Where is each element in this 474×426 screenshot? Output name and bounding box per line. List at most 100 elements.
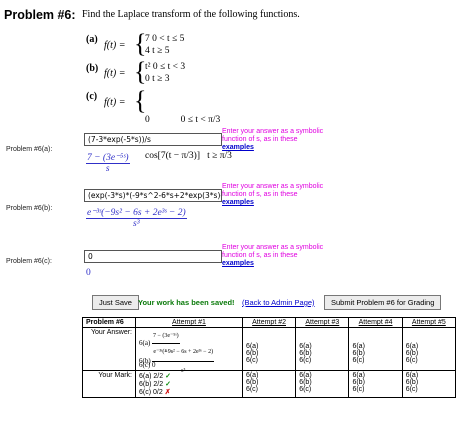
attempt-1-c-label: 6(c) (139, 361, 151, 369)
part-a-case1: 7 0 < t ≤ 5 (145, 34, 185, 44)
attempt-5-a: 6(a) (405, 343, 419, 350)
mark-b-check-icon: ✓ (165, 381, 171, 388)
your-answer-row: Your Answer: 6(a) 7 − (3e⁻⁵ˢ) s 6(b) e⁻³ˢ… (82, 327, 457, 374)
attempt-2-link[interactable]: Attempt #2 (252, 319, 286, 326)
answer-a-input[interactable]: (7-3*exp(-5*s))/s (84, 133, 222, 146)
problem-prompt: Find the Laplace transform of the follow… (82, 9, 300, 20)
answer-c-hint: Enter your answer as a symbolic function… (222, 244, 323, 268)
attempt-4-b: 6(b) (352, 350, 365, 357)
attempt-2-a: 6(a) (245, 343, 259, 350)
your-mark-row: Your Mark: 6(a) 2/2 ✓ 6(b) 2/2 ✓ 6(c) 0/… (82, 370, 457, 398)
part-b-label: (b) (86, 63, 99, 74)
part-a-case2: 4 t ≥ 5 (145, 46, 170, 56)
attempt-4-answers: 6(a) 6(b) 6(c) (348, 327, 403, 371)
attempt-5-c: 6(c) (405, 357, 418, 364)
part-c-case1: 0 0 ≤ t < π/3 (145, 115, 221, 125)
attempt-3-b: 6(b) (299, 350, 312, 357)
mark-b-text: 6(b) 2/2 (139, 381, 164, 388)
attempt-5-b: 6(b) (405, 350, 419, 357)
answer-b-preview-num: e⁻³ˢ(−9s² − 6s + 2e³ˢ − 2) (86, 208, 187, 219)
attempts-header-4: Attempt #4 (348, 317, 403, 328)
attempt-5-mark-b: 6(b) (405, 379, 419, 386)
attempt-2-answers: 6(a) 6(b) 6(c) (241, 327, 297, 371)
answer-a-hint: Enter your answer as a symbolic function… (222, 128, 323, 152)
attempt-1-answers: 6(a) 7 − (3e⁻⁵ˢ) s 6(b) e⁻³ˢ(−9s² − 6s + … (135, 327, 243, 374)
attempt-1-c-value: 0 (152, 361, 156, 369)
attempt-4-mark-c: 6(c) (352, 386, 365, 393)
part-a-lhs: f(t) = (104, 40, 126, 51)
answer-b-hint: Enter your answer as a symbolic function… (222, 183, 323, 207)
part-b-cases: t² 0 ≤ t < 3 0 t ≥ 3 (145, 61, 185, 85)
attempts-header-2: Attempt #2 (241, 317, 297, 328)
attempt-3-mark-b: 6(b) (299, 379, 312, 386)
attempt-3-link[interactable]: Attempt #3 (305, 319, 339, 326)
attempt-1-a-num: 7 − (3e⁻⁵ˢ) (152, 329, 180, 344)
hint-line1: Enter your answer as a symbolic (222, 128, 324, 135)
attempts-header-1: Attempt #1 (135, 317, 243, 328)
your-mark-label: Your Mark: (82, 370, 136, 398)
attempt-2-mark-c: 6(c) (245, 386, 259, 393)
examples-link[interactable]: examples (222, 260, 254, 267)
answer-b-preview: e⁻³ˢ(−9s² − 6s + 2e³ˢ − 2) s³ (86, 207, 187, 229)
hint-line2: function of s, as in these (222, 191, 298, 198)
part-c-case2: cos[7(t − π/3)] t ≥ π/3 (145, 151, 232, 161)
attempt-4-mark-a: 6(a) (352, 372, 365, 379)
answer-b-preview-den: s³ (133, 219, 140, 229)
attempt-3-mark-a: 6(a) (299, 372, 312, 379)
problem-title: Problem #6: (4, 8, 76, 22)
part-c-cases: 0 0 ≤ t < π/3 cos[7(t − π/3)] t ≥ π/3 (145, 90, 232, 174)
answer-b-input[interactable]: (exp(-3*s)*(-9*s^2-6*s+2*exp(3*s)- (84, 189, 222, 202)
answer-a-preview-den: s (105, 164, 110, 174)
hint-line1: Enter your answer as a symbolic (222, 183, 324, 190)
answer-a-label: Problem #6(a): (6, 146, 53, 153)
attempt-2-c: 6(c) (245, 357, 259, 364)
part-a-label: (a) (86, 34, 98, 45)
attempt-4-marks: 6(a) 6(b) 6(c) (348, 370, 403, 398)
examples-link[interactable]: examples (222, 144, 254, 151)
attempt-3-c: 6(c) (299, 357, 312, 364)
hint-line2: function of s, as in these (222, 252, 298, 259)
attempts-header-5: Attempt #5 (401, 317, 457, 328)
your-answer-label: Your Answer: (82, 327, 136, 371)
attempt-3-marks: 6(a) 6(b) 6(c) (295, 370, 350, 398)
attempt-3-mark-c: 6(c) (299, 386, 312, 393)
mark-c-cross-icon: ✗ (164, 389, 171, 396)
submit-button[interactable]: Submit Problem #6 for Grading (324, 295, 442, 310)
hint-line2: function of s, as in these (222, 136, 298, 143)
attempt-4-link[interactable]: Attempt #4 (359, 319, 393, 326)
attempt-5-answers: 6(a) 6(b) 6(c) (401, 327, 457, 371)
answer-a-preview-num: 7 − (3e⁻⁵ˢ) (86, 153, 130, 164)
attempt-5-link[interactable]: Attempt #5 (412, 319, 446, 326)
answer-c-preview: 0 (86, 268, 91, 278)
attempt-1-b-num: e⁻³ˢ(−9s² − 6s + 2e³ˢ − 2) (152, 343, 215, 362)
saved-message: Your work has been saved! (138, 298, 235, 307)
attempt-2-mark-b: 6(b) (245, 379, 259, 386)
attempt-4-mark-b: 6(b) (352, 379, 365, 386)
attempt-5-mark-c: 6(c) (405, 386, 418, 393)
mark-a-text: 6(a) 2/2 (139, 373, 164, 380)
attempts-header-row: Problem #6 Attempt #1 Attempt #2 Attempt… (82, 317, 457, 328)
hint-line1: Enter your answer as a symbolic (222, 244, 324, 251)
part-b-case1: t² 0 ≤ t < 3 (145, 62, 186, 72)
part-c-lhs: f(t) = (104, 97, 126, 108)
attempts-table: Problem #6 Attempt #1 Attempt #2 Attempt… (82, 317, 457, 398)
answer-c-label: Problem #6(c): (6, 258, 52, 265)
part-c-label: (c) (86, 91, 98, 102)
answer-b-label: Problem #6(b): (6, 205, 53, 212)
attempt-5-marks: 6(a) 6(b) 6(c) (401, 370, 457, 398)
just-save-button[interactable]: Just Save (92, 295, 139, 310)
attempts-header-problem: Problem #6 (82, 317, 136, 328)
attempt-2-mark-a: 6(a) (245, 372, 259, 379)
attempt-1-link[interactable]: Attempt #1 (172, 319, 206, 326)
part-b-case2: 0 t ≥ 3 (145, 74, 170, 84)
attempts-header-3: Attempt #3 (295, 317, 350, 328)
answer-a-preview: 7 − (3e⁻⁵ˢ) s (86, 152, 130, 174)
examples-link[interactable]: examples (222, 199, 254, 206)
attempt-3-answers: 6(a) 6(b) 6(c) (295, 327, 350, 371)
mark-c-text: 6(c) 0/2 (139, 389, 163, 396)
part-a-cases: 7 0 < t ≤ 5 4 t ≥ 5 (145, 33, 184, 57)
attempt-5-mark-a: 6(a) (405, 372, 419, 379)
back-to-admin-link[interactable]: (Back to Admin Page) (242, 298, 315, 307)
attempt-2-b: 6(b) (245, 350, 259, 357)
answer-c-input[interactable]: 0 (84, 250, 222, 263)
